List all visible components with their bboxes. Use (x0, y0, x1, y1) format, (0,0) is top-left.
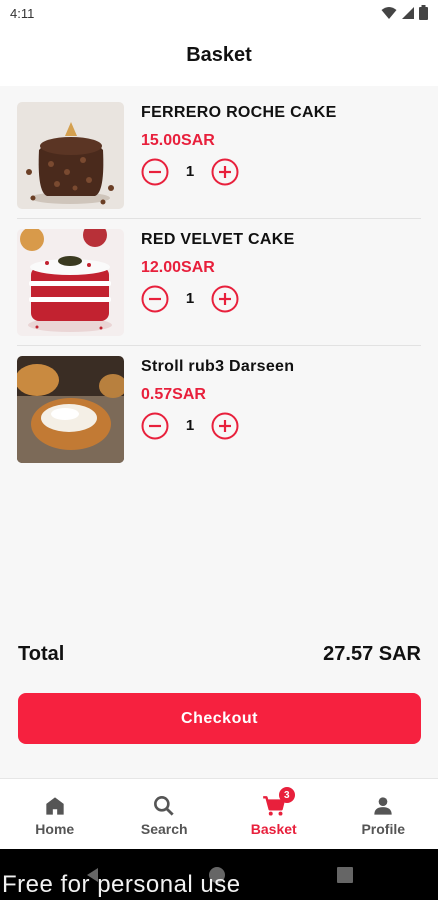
increase-quantity-button[interactable] (211, 412, 239, 440)
nav-label: Search (140, 821, 188, 837)
item-name: FERRERO ROCHE CAKE (141, 104, 337, 121)
item-name: Stroll rub3 Darseen (141, 358, 295, 375)
page-title: Basket (186, 44, 252, 66)
quantity-stepper: 1 (141, 158, 251, 186)
total-value: 27.57 SAR (323, 643, 421, 665)
basket-list: FERRERO ROCHE CAKE 15.00SAR 1 RED VELVET… (17, 92, 421, 473)
nav-label: Basket (250, 821, 297, 837)
app-header: Basket (0, 28, 438, 86)
nav-item-profile[interactable]: Profile (329, 779, 438, 849)
signal-icon (402, 6, 414, 19)
nav-label: Profile (361, 821, 406, 837)
item-name: RED VELVET CAKE (141, 231, 295, 248)
bottom-nav: Home Search 3 Basket Profile (0, 778, 438, 849)
watermark-text: Free for personal use (2, 871, 241, 898)
cart-count-badge: 3 (278, 787, 295, 803)
decrease-quantity-button[interactable] (141, 285, 169, 313)
cart-icon-wrapper: 3 (261, 787, 295, 819)
home-icon (46, 797, 64, 815)
status-bar: 4:11 (0, 0, 438, 28)
nav-item-home[interactable]: Home (0, 779, 110, 849)
checkout-button[interactable]: Checkout (18, 693, 421, 744)
basket-item: Stroll rub3 Darseen 0.57SAR 1 (17, 346, 421, 473)
status-icons (381, 5, 428, 20)
quantity-value: 1 (185, 163, 195, 180)
item-price: 15.00SAR (141, 132, 215, 149)
nav-label: Home (35, 821, 75, 837)
wifi-icon (381, 6, 397, 19)
product-image-red-velvet-cake (17, 229, 124, 336)
quantity-value: 1 (185, 290, 195, 307)
recent-apps-icon[interactable] (336, 866, 354, 884)
decrease-quantity-button[interactable] (141, 158, 169, 186)
quantity-stepper: 1 (141, 412, 251, 440)
basket-item: RED VELVET CAKE 12.00SAR 1 (17, 219, 421, 346)
quantity-value: 1 (185, 417, 195, 434)
status-time: 4:11 (10, 6, 35, 21)
search-icon (154, 796, 174, 816)
item-price: 0.57SAR (141, 386, 206, 403)
total-label: Total (18, 643, 65, 665)
product-image-chocolate-cake (17, 102, 124, 209)
decrease-quantity-button[interactable] (141, 412, 169, 440)
person-icon (374, 797, 392, 815)
increase-quantity-button[interactable] (211, 158, 239, 186)
nav-item-search[interactable]: Search (110, 779, 220, 849)
product-image-pastry (17, 356, 124, 463)
nav-item-basket[interactable]: 3 Basket (219, 779, 329, 849)
increase-quantity-button[interactable] (211, 285, 239, 313)
basket-item: FERRERO ROCHE CAKE 15.00SAR 1 (17, 92, 421, 219)
item-price: 12.00SAR (141, 259, 215, 276)
battery-icon (419, 5, 428, 20)
quantity-stepper: 1 (141, 285, 251, 313)
